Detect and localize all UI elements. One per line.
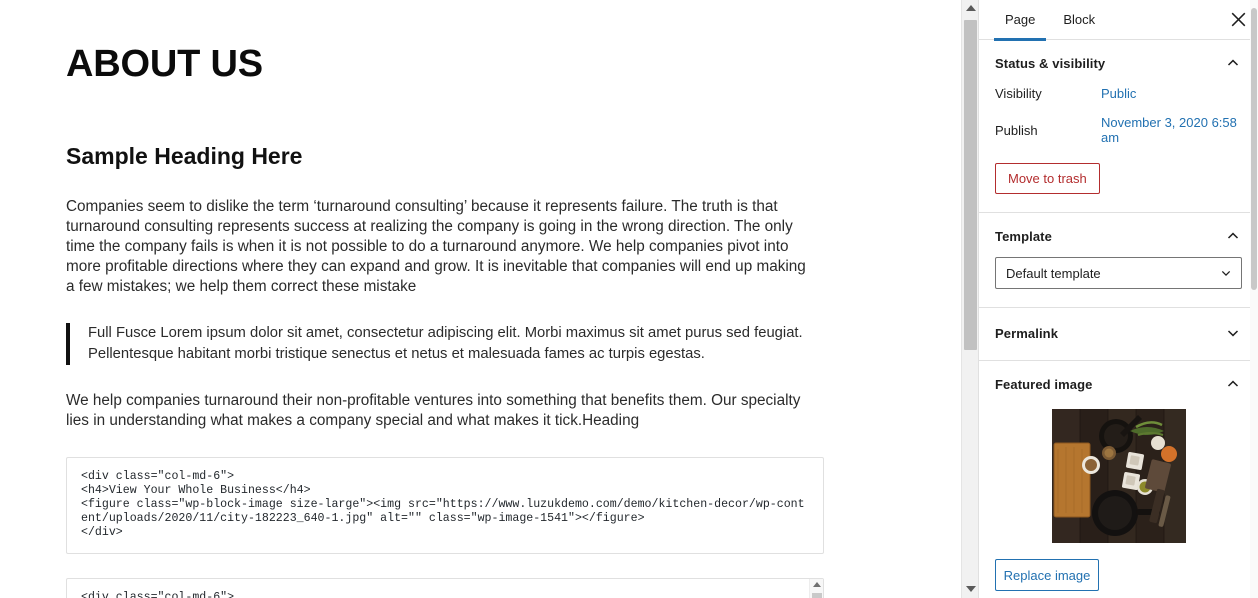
template-select-value: Default template: [1006, 265, 1101, 281]
panel-status-visibility-title: Status & visibility: [995, 55, 1106, 71]
panel-permalink-title: Permalink: [995, 325, 1059, 341]
block-paragraph-1[interactable]: Companies seem to dislike the term ‘turn…: [66, 197, 814, 297]
editor-canvas[interactable]: ABOUT US Sample Heading Here Companies s…: [0, 0, 978, 598]
chevron-down-icon: [1219, 266, 1233, 280]
chevron-up-icon[interactable]: [1224, 375, 1242, 393]
chevron-up-icon[interactable]: [1224, 54, 1242, 72]
publish-label: Publish: [995, 122, 1038, 138]
scrollbar-thumb[interactable]: [1251, 8, 1257, 290]
visibility-label: Visibility: [995, 86, 1042, 101]
tab-block[interactable]: Block: [1049, 0, 1109, 40]
chevron-up-icon[interactable]: [1224, 227, 1242, 245]
panel-status-visibility-header[interactable]: Status & visibility: [995, 54, 1242, 72]
editor-scrollbar[interactable]: [961, 0, 978, 598]
scrollbar-thumb[interactable]: [964, 20, 977, 350]
template-select[interactable]: Default template: [995, 257, 1242, 289]
tab-page-label: Page: [1005, 12, 1036, 27]
settings-sidebar: Page Block Status & visibility Visibilit…: [978, 0, 1258, 598]
panel-status-visibility: Status & visibility Visibility Public Pu…: [979, 40, 1258, 213]
sidebar-tab-bar: Page Block: [979, 0, 1258, 41]
code-content-2[interactable]: <div class="col-md-6"> <h3>Our Business …: [81, 591, 809, 598]
row-publish: Publish November 3, 2020 6:58 am: [995, 115, 1242, 145]
post-title[interactable]: ABOUT US: [66, 43, 918, 86]
panel-template-header[interactable]: Template: [995, 227, 1242, 245]
publish-date-button[interactable]: November 3, 2020 6:58 am: [1101, 115, 1242, 145]
chevron-down-icon[interactable]: [1224, 324, 1242, 342]
close-icon: [1231, 12, 1246, 27]
block-custom-html-2[interactable]: <div class="col-md-6"> <h3>Our Business …: [66, 577, 824, 598]
row-visibility: Visibility Public: [995, 86, 1242, 101]
post-content: ABOUT US Sample Heading Here Companies s…: [0, 0, 978, 598]
scroll-up-arrow-icon[interactable]: [813, 581, 821, 587]
replace-image-button[interactable]: Replace image: [995, 559, 1099, 591]
scroll-up-arrow-icon[interactable]: [966, 5, 976, 11]
scrollbar-thumb[interactable]: [812, 592, 822, 598]
visibility-value-button[interactable]: Public: [1101, 86, 1136, 101]
block-paragraph-2[interactable]: We help companies turnaround their non-p…: [66, 391, 814, 431]
panel-permalink: Permalink: [979, 308, 1258, 361]
sidebar-scrollbar[interactable]: [1250, 0, 1258, 598]
panel-featured-image: Featured image Replace image: [979, 361, 1258, 598]
block-quote[interactable]: Full Fusce Lorem ipsum dolor sit amet, c…: [66, 322, 826, 365]
block-heading[interactable]: Sample Heading Here: [66, 142, 918, 171]
block-custom-html-1[interactable]: <div class="col-md-6"> <h4>View Your Who…: [66, 456, 824, 554]
panel-featured-image-header[interactable]: Featured image: [995, 375, 1242, 393]
block-quote-text: Full Fusce Lorem ipsum dolor sit amet, c…: [88, 324, 803, 362]
code-block-scrollbar[interactable]: [809, 578, 823, 598]
panel-permalink-header[interactable]: Permalink: [995, 324, 1242, 342]
featured-image-thumbnail[interactable]: [1051, 409, 1186, 543]
panel-featured-image-title: Featured image: [995, 376, 1093, 392]
panel-template: Template Default template: [979, 213, 1258, 308]
code-content-1[interactable]: <div class="col-md-6"> <h4>View Your Who…: [81, 470, 809, 541]
scroll-down-arrow-icon[interactable]: [966, 586, 976, 592]
wordpress-block-editor: ABOUT US Sample Heading Here Companies s…: [0, 0, 1258, 598]
panel-template-title: Template: [995, 228, 1052, 244]
move-to-trash-button[interactable]: Move to trash: [995, 163, 1100, 194]
tab-page[interactable]: Page: [991, 0, 1049, 41]
tab-block-label: Block: [1063, 12, 1096, 27]
